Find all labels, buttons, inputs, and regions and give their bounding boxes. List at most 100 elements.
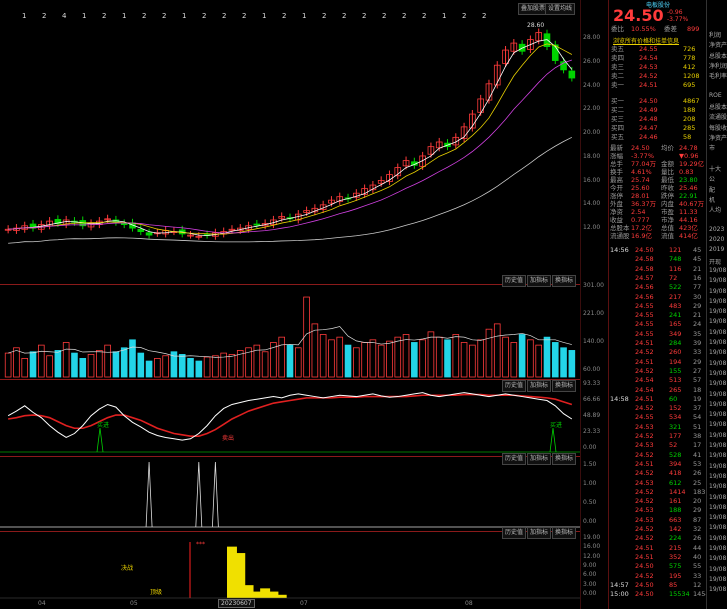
- info-item[interactable]: 19/08: [709, 277, 726, 284]
- info-item[interactable]: 19/08: [709, 555, 726, 562]
- info-item[interactable]: 2020: [709, 236, 724, 243]
- info-item[interactable]: 2023: [709, 226, 724, 233]
- history-button[interactable]: 历史值: [502, 527, 527, 539]
- info-item[interactable]: 19/08: [709, 308, 726, 315]
- info-item[interactable]: 每股收益: [709, 123, 727, 132]
- tick-row[interactable]: 24.58 116 21: [609, 265, 707, 274]
- tick-row[interactable]: 24.52 224 26: [609, 534, 707, 543]
- tick-row[interactable]: 15:00 24.50 15534 1454: [609, 590, 710, 599]
- history-button[interactable]: 历史值: [502, 275, 527, 287]
- info-item[interactable]: 19/08: [709, 576, 726, 583]
- info-item[interactable]: 2019: [709, 246, 724, 253]
- pane-divider[interactable]: [0, 531, 580, 532]
- info-item[interactable]: 19/08: [709, 483, 726, 490]
- tick-row[interactable]: 24.51 215 44: [609, 544, 707, 553]
- tick-row[interactable]: 24.52 418 26: [609, 469, 707, 478]
- info-item[interactable]: 净资产: [709, 40, 727, 49]
- info-item[interactable]: 19/08: [709, 329, 726, 336]
- info-item[interactable]: 19/08: [709, 411, 726, 418]
- chart-canvas[interactable]: [0, 0, 580, 609]
- info-item[interactable]: 19/08: [709, 380, 726, 387]
- pane-divider[interactable]: [0, 379, 580, 380]
- info-item[interactable]: 19/08: [709, 370, 726, 377]
- info-item[interactable]: 市: [709, 143, 715, 152]
- tick-row[interactable]: 24.58 748 45: [609, 255, 707, 264]
- info-item[interactable]: 19/08: [709, 401, 726, 408]
- tick-row[interactable]: 24.50 575 55: [609, 562, 707, 571]
- info-item[interactable]: 19/08: [709, 463, 726, 470]
- info-item[interactable]: 19/08: [709, 442, 726, 449]
- history-button[interactable]: 历史值: [502, 380, 527, 392]
- info-item[interactable]: 19/08: [709, 566, 726, 573]
- info-item[interactable]: 19/08: [709, 514, 726, 521]
- info-item[interactable]: 19/08: [709, 288, 726, 295]
- tick-row[interactable]: 24.51 394 53: [609, 460, 707, 469]
- history-button[interactable]: 历史值: [502, 453, 527, 465]
- add-indicator-button[interactable]: 加指标: [527, 527, 552, 539]
- info-item[interactable]: 19/08: [709, 360, 726, 367]
- info-item[interactable]: 配: [709, 185, 715, 194]
- tick-row[interactable]: 24.51 352 40: [609, 553, 707, 562]
- info-item[interactable]: 19/08: [709, 432, 726, 439]
- info-item[interactable]: 19/08: [709, 267, 726, 274]
- pane-divider[interactable]: [0, 284, 580, 285]
- tick-row[interactable]: 24.53 612 25: [609, 479, 707, 488]
- tick-row[interactable]: 24.51 194 29: [609, 358, 707, 367]
- tick-row[interactable]: 24.53 321 51: [609, 423, 707, 432]
- tick-row[interactable]: 24.54 513 57: [609, 376, 707, 385]
- info-item[interactable]: 总股本: [709, 51, 727, 60]
- switch-indicator-button[interactable]: 换指标: [552, 275, 577, 287]
- tick-row[interactable]: 24.53 663 87: [609, 516, 707, 525]
- tick-row[interactable]: 24.52 155 27: [609, 367, 707, 376]
- tick-row[interactable]: 24.52 142 32: [609, 525, 707, 534]
- tick-row[interactable]: 24.52 528 41: [609, 451, 707, 460]
- info-item[interactable]: 19/08: [709, 494, 726, 501]
- tick-row[interactable]: 24.53 188 29: [609, 506, 707, 515]
- info-item[interactable]: 利润: [709, 30, 721, 39]
- switch-indicator-button[interactable]: 换指标: [552, 453, 577, 465]
- tick-row[interactable]: 24.53 52 17: [609, 441, 707, 450]
- switch-indicator-button[interactable]: 换指标: [552, 380, 577, 392]
- info-item[interactable]: 19/08: [709, 421, 726, 428]
- add-indicator-button[interactable]: 加指标: [527, 275, 552, 287]
- tick-row[interactable]: 24.55 534 54: [609, 413, 707, 422]
- order-book-link[interactable]: 浏览所有价格和挂单信息: [613, 36, 679, 45]
- tick-row[interactable]: 24.51 284 39: [609, 339, 707, 348]
- tick-row[interactable]: 24.52 195 33: [609, 572, 707, 581]
- info-item[interactable]: 人均: [709, 205, 721, 214]
- info-item[interactable]: 19/08: [709, 452, 726, 459]
- info-item[interactable]: 十大: [709, 164, 721, 173]
- tick-row[interactable]: 24.52 177 38: [609, 432, 707, 441]
- info-item[interactable]: 机: [709, 195, 715, 204]
- info-item[interactable]: 19/08: [709, 504, 726, 511]
- info-item[interactable]: 19/08: [709, 339, 726, 346]
- add-indicator-button[interactable]: 加指标: [527, 453, 552, 465]
- add-indicator-button[interactable]: 加指标: [527, 380, 552, 392]
- tick-row[interactable]: 24.57 72 16: [609, 274, 707, 283]
- info-item[interactable]: 流通股: [709, 112, 727, 121]
- tick-row[interactable]: 24.55 241 21: [609, 311, 707, 320]
- info-item[interactable]: 公: [709, 174, 715, 183]
- tick-row[interactable]: 14:58 24.51 60 19: [609, 395, 707, 404]
- info-item[interactable]: 19/08: [709, 349, 726, 356]
- info-item[interactable]: 19/08: [709, 298, 726, 305]
- info-item[interactable]: 19/08: [709, 545, 726, 552]
- pane-divider[interactable]: [0, 456, 580, 457]
- tick-row[interactable]: 24.52 152 37: [609, 404, 707, 413]
- info-item[interactable]: ROE: [709, 92, 722, 99]
- info-item[interactable]: 净利润: [709, 61, 727, 70]
- info-item[interactable]: 净资产: [709, 133, 727, 142]
- info-item[interactable]: 19/08: [709, 391, 726, 398]
- info-item[interactable]: 19/08: [709, 524, 726, 531]
- tick-row[interactable]: 24.55 349 35: [609, 330, 707, 339]
- tick-row[interactable]: 24.54 265 18: [609, 386, 707, 395]
- tick-row[interactable]: 24.56 522 77: [609, 283, 707, 292]
- info-item[interactable]: 19/08: [709, 586, 726, 593]
- info-item[interactable]: 19/08: [709, 318, 726, 325]
- tick-row[interactable]: 24.55 165 24: [609, 320, 707, 329]
- tick-row[interactable]: 24.56 217 30: [609, 293, 707, 302]
- info-item[interactable]: 19/08: [709, 535, 726, 542]
- tick-row[interactable]: 14:56 24.50 121 45: [609, 246, 707, 255]
- info-item[interactable]: 总股本: [709, 102, 727, 111]
- info-item[interactable]: 开现: [709, 257, 721, 266]
